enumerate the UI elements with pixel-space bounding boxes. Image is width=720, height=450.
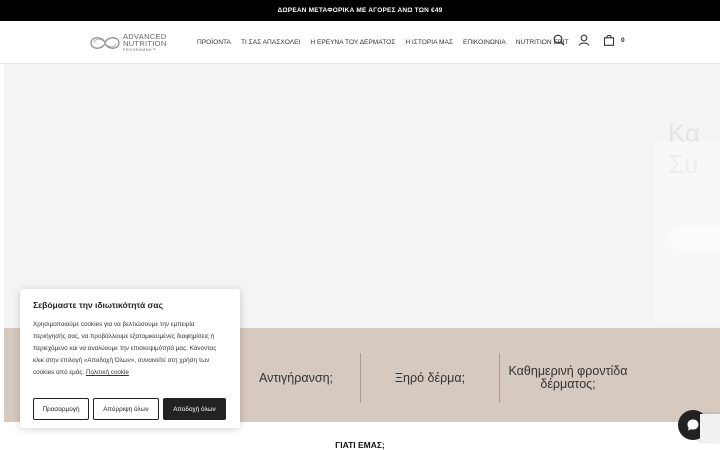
brand-logo[interactable]: ADVANCED NUTRITION PROGRAMME™ [89, 29, 179, 57]
logo-line-2: NUTRITION [123, 38, 167, 48]
nav-item-concerns[interactable]: ΤΙ ΣΑΣ ΑΠΑΣΧΟΛΕΙ [241, 39, 300, 46]
cookie-actions: Προσαρμογή Απόρριψη όλων Αποδοχή όλων [33, 398, 230, 420]
why-us-heading: ΓΙΑΤΙ ΕΜΑΣ; [335, 440, 385, 450]
cart-button[interactable]: 0 [603, 34, 625, 46]
category-dry-skin[interactable]: Ξηρό δέρμα; [361, 354, 499, 402]
category-daily-care[interactable]: Καθημερινή φροντίδα δέρματος; [500, 354, 636, 402]
nav-item-skin-research[interactable]: Η ΕΡΕΥΝΑ ΤΟΥ ΔΕΡΜΑΤΟΣ [310, 39, 395, 46]
promo-text: ΔΩΡΕΑΝ ΜΕΤΑΦΟΡΙΚΑ ΜΕ ΑΓΟΡΕΣ ΑΝΩ ΤΩΝ €49 [277, 7, 443, 14]
category-label: Ξηρό δέρμα; [394, 370, 466, 385]
cookie-title: Σεβόμαστε την ιδιωτικότητά σας [33, 300, 163, 310]
customize-button[interactable]: Προσαρμογή [33, 398, 89, 420]
header-icons: 0 [553, 34, 638, 46]
cookie-text: Χρησιμοποιούμε cookies για να βελτιώσουμ… [33, 321, 217, 376]
cookie-policy-link[interactable]: Πολιτική cookie [86, 369, 129, 376]
hero-cta-button[interactable] [670, 228, 720, 250]
logo-wordmark: ADVANCED NUTRITION PROGRAMME™ [123, 32, 167, 54]
recaptcha-badge[interactable] [700, 414, 720, 442]
cookie-body: Χρησιμοποιούμε cookies για να βελτιώσουμ… [33, 319, 227, 379]
nav-item-contact[interactable]: ΕΠΙΚΟΙΝΩΝΙΑ [463, 39, 506, 46]
nav-item-our-story[interactable]: Η ΙΣΤΟΡΙΑ ΜΑΣ [405, 39, 453, 46]
nav-item-products[interactable]: ΠΡΟΪΟΝΤΑ [197, 39, 231, 46]
main-nav: ΠΡΟΪΟΝΤΑ ΤΙ ΣΑΣ ΑΠΑΣΧΟΛΕΙ Η ΕΡΕΥΝΑ ΤΟΥ Δ… [197, 21, 579, 64]
category-label: Καθημερινή φροντίδα δέρματος; [508, 364, 628, 391]
user-icon [578, 34, 590, 46]
logo-mark-icon [90, 37, 120, 49]
account-button[interactable] [578, 34, 590, 46]
category-anti-aging[interactable]: Αντιγήρανση; [225, 354, 367, 402]
accept-all-button[interactable]: Αποδοχή όλων [163, 398, 226, 420]
cookie-consent-dialog: Σεβόμαστε την ιδιωτικότητά σας Χρησιμοπο… [20, 289, 240, 428]
reject-all-button[interactable]: Απόρριψη όλων [93, 398, 159, 420]
search-button[interactable] [553, 34, 565, 46]
category-label: Αντιγήρανση; [258, 370, 333, 385]
cart-count-badge: 0 [621, 36, 625, 44]
promo-bar: ΔΩΡΕΑΝ ΜΕΤΑΦΟΡΙΚΑ ΜΕ ΑΓΟΡΕΣ ΑΝΩ ΤΩΝ €49 [0, 0, 720, 21]
bag-icon [603, 34, 615, 46]
site-header: ADVANCED NUTRITION PROGRAMME™ ΠΡΟΪΟΝΤΑ Τ… [0, 21, 720, 64]
logo-line-3: PROGRAMME™ [123, 47, 157, 52]
chat-bubble-icon [687, 419, 699, 431]
search-icon [553, 34, 565, 46]
